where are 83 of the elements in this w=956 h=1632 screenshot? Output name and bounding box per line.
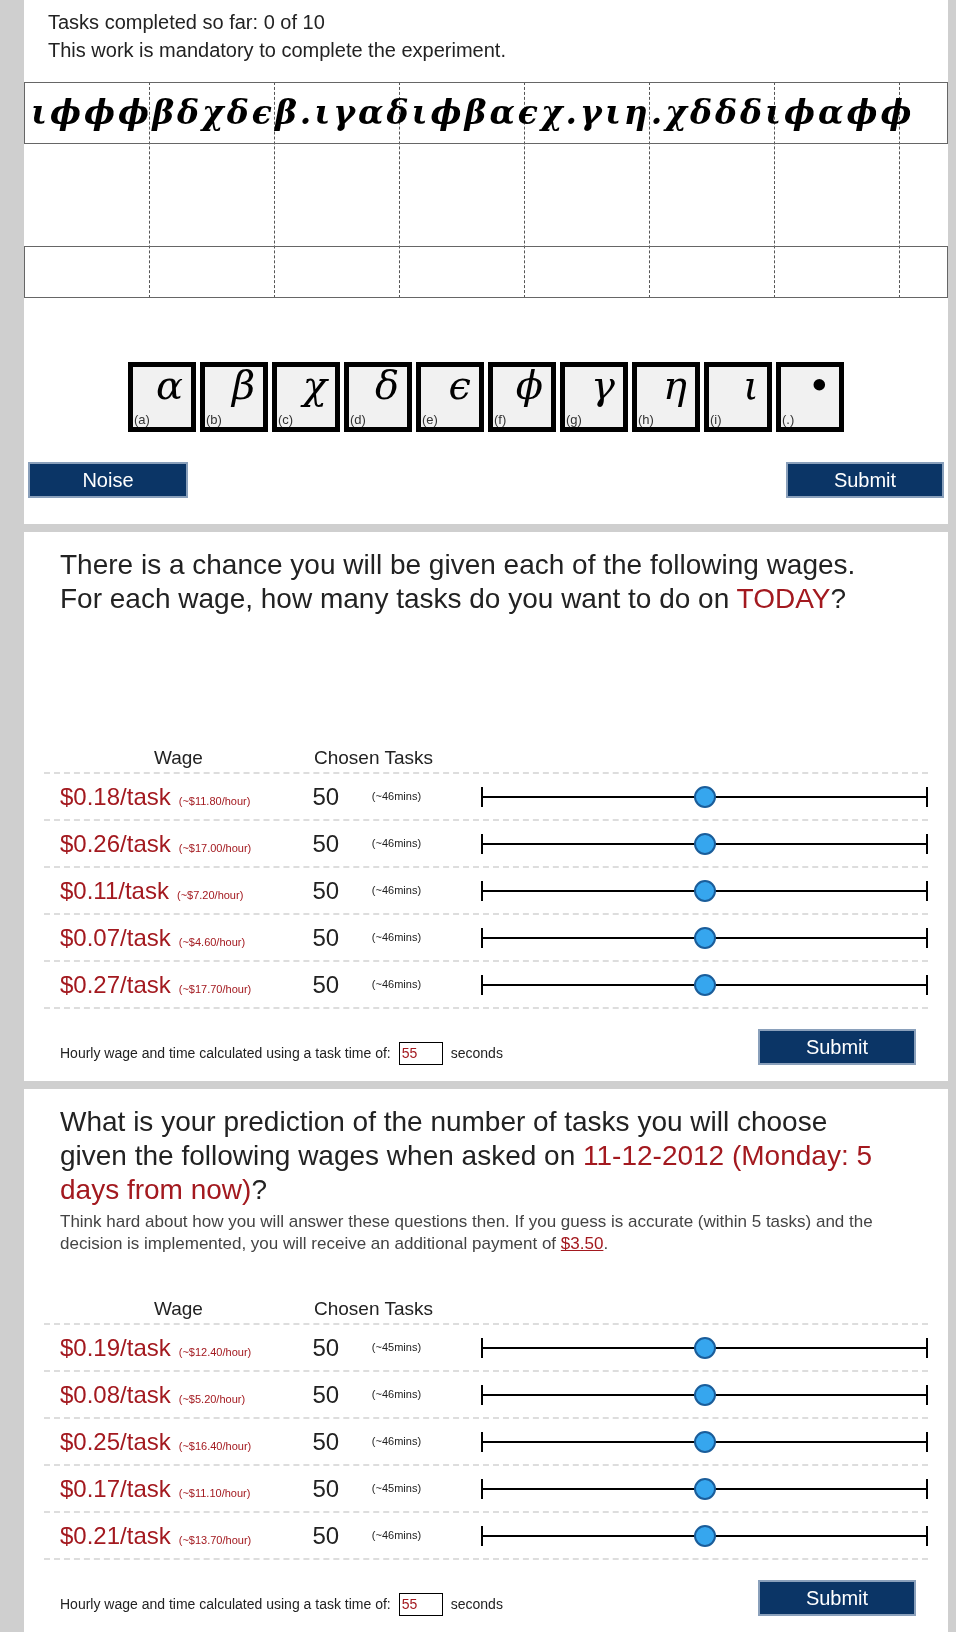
wage-rate: $0.07/task	[60, 922, 171, 953]
wage-rate: $0.17/task	[60, 1473, 171, 1504]
wage-rate: $0.18/task	[60, 781, 171, 812]
hourly-rate: (~$5.20/hour)	[178, 1391, 246, 1407]
wage-rate: $0.21/task	[60, 1520, 171, 1551]
symbol-key[interactable]: ϕ (f)	[488, 362, 556, 432]
slider-thumb[interactable]	[693, 1477, 716, 1500]
progress-text: Tasks completed so far: 0 of 10	[48, 10, 326, 35]
hourly-rate: (~$11.80/hour)	[178, 793, 251, 809]
symbol-key[interactable]: ι (i)	[704, 362, 772, 432]
submit-button[interactable]: Submit	[758, 1580, 916, 1616]
time-estimate: (~46mins)	[370, 836, 423, 852]
wage-rate: $0.11/task	[60, 875, 169, 906]
notice-text: This work is mandatory to complete the experiment.	[48, 38, 507, 63]
wage-rate: $0.26/task	[60, 828, 171, 859]
hourly-rate: (~$17.70/hour)	[178, 981, 252, 997]
symbol-key[interactable]: β (b)	[200, 362, 268, 432]
sentence-period: .	[603, 1234, 609, 1253]
wage-rate: $0.25/task	[60, 1426, 171, 1457]
time-estimate: (~45mins)	[370, 1481, 423, 1497]
answer-row[interactable]	[24, 246, 948, 298]
time-estimate: (~46mins)	[370, 1387, 423, 1403]
slider-thumb[interactable]	[693, 1383, 716, 1406]
time-estimate: (~45mins)	[370, 1340, 423, 1356]
footer-unit: seconds	[450, 1044, 503, 1063]
hourly-rate: (~$4.60/hour)	[178, 934, 246, 950]
slider-thumb[interactable]	[693, 926, 716, 949]
footer-label: Hourly wage and time calculated using a task time of:	[60, 1044, 391, 1063]
column-header: Wage	[153, 1296, 204, 1321]
bonus-link[interactable]: $3.50	[560, 1234, 604, 1253]
slider-thumb[interactable]	[693, 1336, 716, 1359]
task-count: 50	[311, 781, 341, 812]
task-count: 50	[311, 828, 341, 859]
symbol-key[interactable]: χ (c)	[272, 362, 340, 432]
question: What is your prediction of the number of tasks you will choose given the following wages when asked on 11-12-2012 (Monday: 5 days from now)?	[59, 1105, 873, 1207]
symbol-key[interactable]: η (h)	[632, 362, 700, 432]
task-count: 50	[311, 1520, 341, 1551]
footer-label: Hourly wage and time calculated using a task time of:	[60, 1595, 391, 1614]
slider-thumb[interactable]	[693, 973, 716, 996]
task-count: 50	[311, 1473, 341, 1504]
symbol-key[interactable]: • (.)	[776, 362, 844, 432]
noise-button[interactable]: Noise	[28, 462, 188, 498]
column-header: Chosen Tasks	[314, 745, 433, 770]
slider-thumb[interactable]	[693, 832, 716, 855]
slider-thumb[interactable]	[693, 785, 716, 808]
symbol-key[interactable]: δ (d)	[344, 362, 412, 432]
task-time-field[interactable]: 55	[398, 1593, 443, 1616]
column-header: Chosen Tasks	[314, 1296, 433, 1321]
time-estimate: (~46mins)	[370, 1528, 423, 1544]
instructions: Think hard about how you will answer these questions then. If you guess is accurate (within 5 tasks) and the decision is implemented, you will receive an additional payment of $3.50.	[59, 1211, 874, 1255]
slider-thumb[interactable]	[693, 879, 716, 902]
task-count: 50	[311, 1379, 341, 1410]
hourly-rate: (~$17.00/hour)	[178, 840, 252, 856]
symbol-key[interactable]: α (a)	[128, 362, 196, 432]
submit-button[interactable]: Submit	[786, 462, 944, 498]
slider-thumb[interactable]	[693, 1524, 716, 1547]
symbol-key[interactable]: ϵ (e)	[416, 362, 484, 432]
question: There is a chance you will be given each of the following wages. For each wage, how many tasks do you want to do on TODAY?	[59, 548, 857, 616]
hourly-rate: (~$11.10/hour)	[178, 1485, 251, 1501]
hourly-rate: (~$12.40/hour)	[178, 1344, 252, 1360]
task-count: 50	[311, 922, 341, 953]
task-count: 50	[311, 1426, 341, 1457]
hourly-rate: (~$16.40/hour)	[178, 1438, 252, 1454]
time-estimate: (~46mins)	[370, 883, 423, 899]
time-estimate: (~46mins)	[370, 977, 423, 993]
slider-thumb[interactable]	[693, 1430, 716, 1453]
symbol-key[interactable]: γ (g)	[560, 362, 628, 432]
time-estimate: (~46mins)	[370, 930, 423, 946]
cipher-text: ιϕϕϕβδχδϵβ.ιγαδιϕβαϵχ.γιη.χδδδιϕαϕϕ	[24, 82, 948, 144]
wage-rate: $0.27/task	[60, 969, 171, 1000]
hourly-rate: (~$13.70/hour)	[178, 1532, 252, 1548]
footer-unit: seconds	[450, 1595, 503, 1614]
hourly-rate: (~$7.20/hour)	[176, 887, 244, 903]
submit-button[interactable]: Submit	[758, 1029, 916, 1065]
time-estimate: (~46mins)	[370, 789, 423, 805]
wage-rate: $0.19/task	[60, 1332, 171, 1363]
wage-rate: $0.08/task	[60, 1379, 171, 1410]
task-count: 50	[311, 875, 341, 906]
task-count: 50	[311, 1332, 341, 1363]
column-header: Wage	[153, 745, 204, 770]
time-estimate: (~46mins)	[370, 1434, 423, 1450]
task-time-field[interactable]: 55	[398, 1042, 443, 1065]
task-count: 50	[311, 969, 341, 1000]
